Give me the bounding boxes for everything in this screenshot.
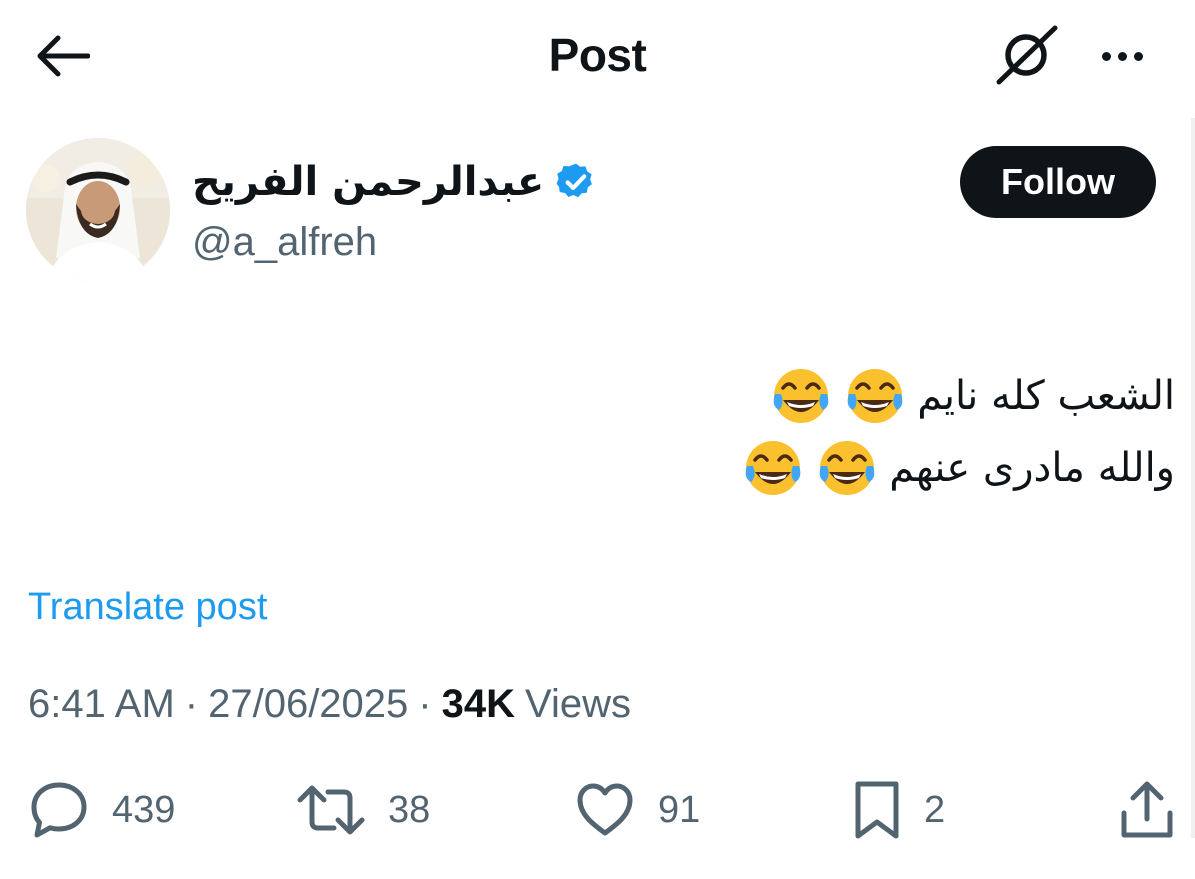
post-text: الشعب كله نايم والله مادرى عنهم [275,360,1175,504]
face-with-tears-of-joy-icon [819,441,875,495]
bookmark-icon [855,781,899,839]
post-time[interactable]: 6:41 AM [28,682,175,727]
face-with-tears-of-joy-icon [745,441,801,495]
post-text-line: الشعب كله نايم [275,360,1175,432]
repost-icon [297,785,365,835]
repost-button[interactable]: 38 [296,770,430,850]
author-handle[interactable]: @a_alfreh [192,220,598,265]
author-name-row: عبدالرحمن الفريح [192,150,598,214]
avatar-image [26,138,170,282]
post-line-text: الشعب كله نايم [917,373,1175,419]
reply-count: 439 [112,788,176,831]
avatar[interactable] [26,138,170,282]
post-text-line: والله مادرى عنهم [275,432,1175,504]
reply-button[interactable]: 439 [28,770,175,850]
meta-separator: · [184,682,199,726]
post-date[interactable]: 27/06/2025 [208,682,408,727]
author-display-name[interactable]: عبدالرحمن الفريح [192,159,544,205]
face-with-tears-of-joy-icon [773,369,829,423]
bookmark-button[interactable]: 2 [852,770,945,850]
share-button[interactable] [1116,770,1178,850]
grok-button[interactable] [990,22,1062,88]
grok-icon [996,25,1058,85]
post-line-text: والله مادرى عنهم [889,445,1175,491]
like-button[interactable]: 91 [574,770,700,850]
like-icon [577,783,633,836]
bookmark-count: 2 [924,788,946,831]
author-block: عبدالرحمن الفريح @a_alfreh [192,150,598,265]
translate-post-link[interactable]: Translate post [28,586,267,629]
more-options-button[interactable] [1086,28,1158,84]
scrollbar-track [1191,118,1195,838]
follow-button[interactable]: Follow [960,146,1156,218]
post-meta: 6:41 AM · 27/06/2025 · 34K Views [28,682,631,727]
more-options-icon [1101,51,1111,61]
repost-count: 38 [388,788,431,831]
top-bar: Post [0,0,1195,110]
like-count: 91 [658,788,701,831]
action-bar: 439 38 91 2 [0,770,1195,850]
share-icon [1121,781,1173,838]
verified-badge[interactable] [554,160,598,204]
verified-badge-icon [556,163,593,198]
views-count[interactable]: 34K [442,682,515,727]
face-with-tears-of-joy-icon [847,369,903,423]
reply-icon [31,782,87,838]
views-label: Views [525,682,631,726]
meta-separator: · [418,682,432,726]
